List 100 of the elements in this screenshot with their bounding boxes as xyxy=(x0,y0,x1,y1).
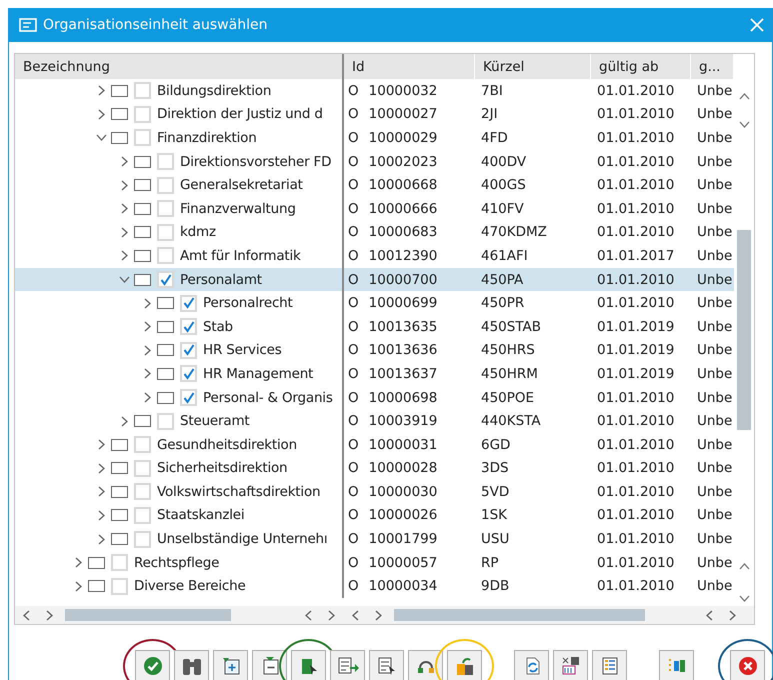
row-box[interactable] xyxy=(111,84,128,97)
refresh-button[interactable] xyxy=(514,650,549,680)
chevron-right-icon[interactable] xyxy=(144,368,150,380)
tree-row[interactable]: Volkswirtschaftsdirektion O 10000030 5VD 01.01.2010 Unbe xyxy=(15,480,734,504)
tree-row[interactable]: Sicherheitsdirektion O 10000028 3DS 01.01.2010 Unbe xyxy=(15,456,734,480)
tree-row[interactable]: Bildungsdirektion O 10000032 7BI 01.01.2010 Unbe xyxy=(15,79,734,103)
close-icon[interactable] xyxy=(750,18,764,32)
scroll-thumb[interactable] xyxy=(394,609,645,621)
chevron-right-icon[interactable] xyxy=(98,108,104,120)
chevron-right-icon[interactable] xyxy=(144,392,150,404)
row-box[interactable] xyxy=(88,556,105,569)
tree-row[interactable]: Generalsekretariat O 10000668 400GS 01.01.2010 Unbe xyxy=(15,173,734,197)
row-box[interactable] xyxy=(111,509,128,522)
chevron-right-icon[interactable] xyxy=(120,250,128,262)
checkbox[interactable] xyxy=(157,153,174,170)
scroll-down-icon[interactable] xyxy=(738,595,750,602)
tree-row[interactable]: Direktionsvorsteher FD O 10002023 400DV 01.01.2010 Unbe xyxy=(15,150,734,174)
scroll-up-icon[interactable] xyxy=(738,93,750,100)
details-button[interactable] xyxy=(592,650,627,680)
checkbox[interactable] xyxy=(134,436,151,454)
checkbox[interactable] xyxy=(111,554,128,572)
row-box[interactable] xyxy=(157,297,174,310)
checkbox[interactable] xyxy=(134,106,151,123)
transfer-button[interactable] xyxy=(447,650,482,680)
scroll-down-icon[interactable] xyxy=(738,121,750,128)
expand-button[interactable] xyxy=(213,650,248,680)
checkbox[interactable] xyxy=(180,318,197,336)
chevron-right-icon[interactable] xyxy=(144,298,150,309)
scroll-left-icon[interactable] xyxy=(352,610,359,620)
checkbox[interactable] xyxy=(157,247,174,264)
scroll-right-icon[interactable] xyxy=(729,610,736,620)
tree-row[interactable]: Direktion der Justiz und d O 10000027 2JI 01.01.2010 Unbe xyxy=(15,102,734,126)
find-button[interactable] xyxy=(174,650,209,680)
row-box[interactable] xyxy=(111,108,128,120)
tree-row[interactable]: Finanzdirektion O 10000029 4FD 01.01.2010 Unbe xyxy=(15,126,734,150)
scroll-left-icon[interactable] xyxy=(706,610,714,620)
row-box[interactable] xyxy=(157,368,174,380)
chevron-right-icon[interactable] xyxy=(120,226,128,238)
confirm-button[interactable] xyxy=(135,650,170,680)
chevron-right-icon[interactable] xyxy=(120,180,128,191)
checkbox[interactable] xyxy=(134,506,151,524)
scroll-thumb[interactable] xyxy=(65,609,231,621)
filter-button[interactable] xyxy=(553,650,588,680)
chevron-right-icon[interactable] xyxy=(120,203,128,214)
row-box[interactable] xyxy=(88,580,105,592)
chevron-right-icon[interactable] xyxy=(120,156,128,168)
tree-row[interactable]: Personalrecht O 10000699 450PR 01.01.2010 Unbe xyxy=(15,291,734,315)
chevron-right-icon[interactable] xyxy=(98,510,104,521)
chevron-right-icon[interactable] xyxy=(98,439,104,450)
checkbox[interactable] xyxy=(157,412,174,430)
checkbox[interactable] xyxy=(134,483,151,500)
tree-row[interactable]: Stab O 10013635 450STAB 01.01.2019 Unbe xyxy=(15,314,734,339)
row-box[interactable] xyxy=(134,415,151,428)
checkbox[interactable] xyxy=(111,578,128,595)
row-box[interactable] xyxy=(111,486,128,498)
tree-row[interactable]: Diverse Bereiche O 10000034 9DB 01.01.2010 Unbe xyxy=(15,574,734,598)
deselect-button[interactable] xyxy=(369,650,404,680)
tree-row[interactable]: HR Services O 10013636 450HRS 01.01.2019 Unbe xyxy=(15,338,734,362)
row-box[interactable] xyxy=(134,250,151,262)
chevron-right-icon[interactable] xyxy=(120,416,128,427)
tree-row[interactable]: Rechtspflege O 10000057 RP 01.01.2010 Unbe xyxy=(15,550,734,574)
scroll-thumb[interactable] xyxy=(737,230,751,430)
checkbox[interactable] xyxy=(157,224,174,241)
select-sub-button[interactable] xyxy=(330,650,365,680)
row-box[interactable] xyxy=(157,344,174,356)
select-button[interactable] xyxy=(291,650,326,680)
collapse-button[interactable] xyxy=(252,650,287,680)
column-header[interactable]: g... xyxy=(691,54,734,79)
chevron-down-icon[interactable] xyxy=(118,276,130,284)
chevron-right-icon[interactable] xyxy=(144,321,150,332)
hierarchy-button[interactable] xyxy=(659,650,694,680)
chevron-right-icon[interactable] xyxy=(144,344,150,356)
column-header[interactable]: Id xyxy=(344,54,475,79)
checkbox[interactable] xyxy=(180,342,197,359)
checkbox[interactable] xyxy=(134,460,151,477)
cancel-button[interactable] xyxy=(730,650,765,680)
row-box[interactable] xyxy=(134,156,151,168)
checkbox[interactable] xyxy=(180,294,197,312)
row-box[interactable] xyxy=(157,320,174,333)
checkbox[interactable] xyxy=(134,129,151,146)
tree-row[interactable]: Personalamt O 10000700 450PA 01.01.2010 Unbe xyxy=(15,268,734,292)
scroll-left-icon[interactable] xyxy=(305,610,312,620)
checkbox[interactable] xyxy=(134,82,151,100)
chevron-down-icon[interactable] xyxy=(96,134,106,142)
scroll-left-icon[interactable] xyxy=(23,610,30,620)
checkbox[interactable] xyxy=(180,389,197,406)
checkbox[interactable] xyxy=(157,176,174,194)
scroll-right-icon[interactable] xyxy=(374,610,382,620)
tree-row[interactable]: kdmz O 10000683 470KDMZ 01.01.2010 Unbe xyxy=(15,220,734,244)
chevron-right-icon[interactable] xyxy=(98,462,104,474)
checkbox[interactable] xyxy=(134,530,151,548)
checkbox[interactable] xyxy=(157,271,174,288)
link-button[interactable] xyxy=(408,650,443,680)
column-header[interactable]: gültig ab xyxy=(591,54,691,79)
chevron-right-icon[interactable] xyxy=(74,557,82,568)
column-header[interactable]: Kürzel xyxy=(475,54,591,79)
scroll-right-icon[interactable] xyxy=(328,610,335,620)
chevron-right-icon[interactable] xyxy=(98,486,104,498)
checkbox[interactable] xyxy=(157,200,174,218)
row-box[interactable] xyxy=(157,392,174,404)
